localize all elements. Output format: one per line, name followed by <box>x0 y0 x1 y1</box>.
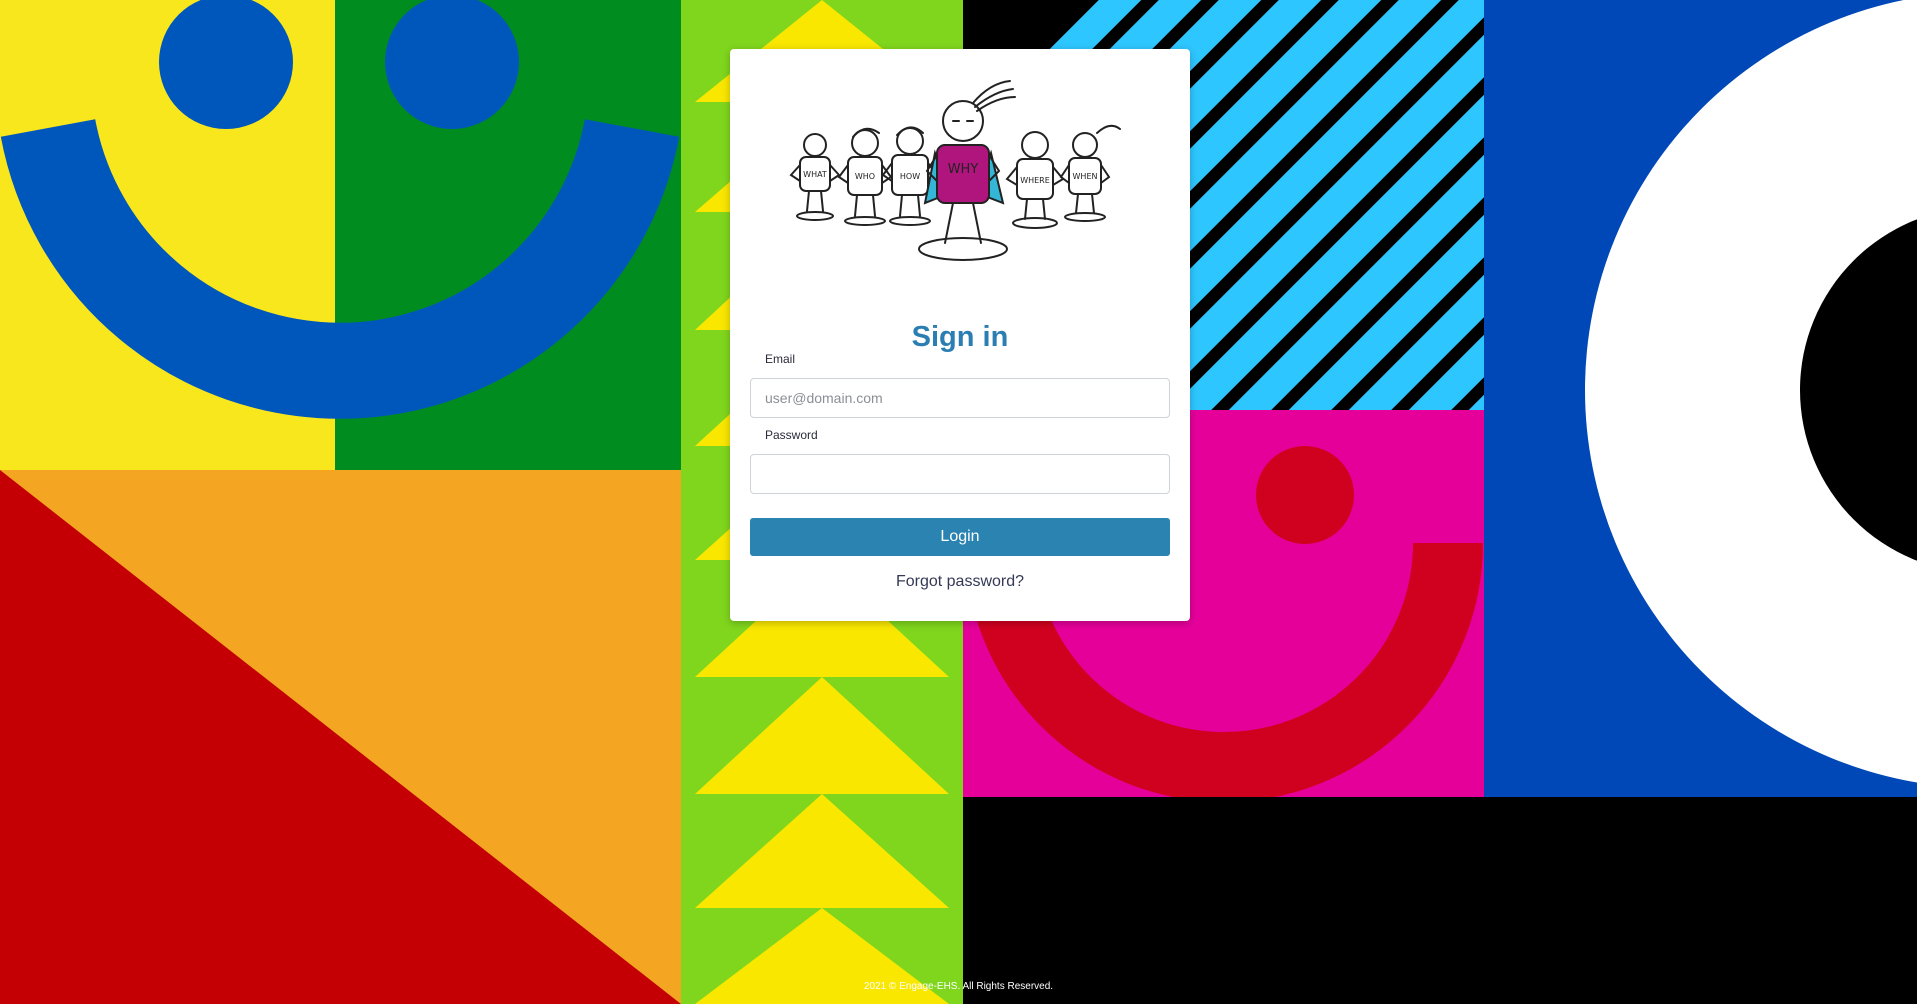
forgot-password-link[interactable]: Forgot password? <box>730 573 1190 591</box>
bg-smiley-eye-left <box>159 0 293 129</box>
login-card: WHAT WHO HOW WHY WHERE WHEN Sign in Emai… <box>730 49 1190 621</box>
bg-magenta-eye <box>1256 446 1354 544</box>
bg-black-block <box>963 797 1917 1004</box>
bg-smiley-eye-right <box>385 0 519 129</box>
figure-label-how: HOW <box>900 172 920 181</box>
login-button[interactable]: Login <box>750 518 1170 556</box>
figure-label-what: WHAT <box>803 170 827 179</box>
figure-label-when: WHEN <box>1073 172 1098 181</box>
page-title: Sign in <box>911 321 1009 353</box>
figure-label-who: WHO <box>855 172 875 181</box>
footer-copyright: 2021 © Engage-EHS. All Rights Reserved. <box>863 981 1054 992</box>
figure-label-where: WHERE <box>1020 176 1050 185</box>
password-label: Password <box>765 428 818 442</box>
password-field[interactable] <box>750 454 1170 494</box>
email-field[interactable] <box>750 378 1170 418</box>
figure-when <box>1059 124 1121 214</box>
figure-label-why: WHY <box>948 162 979 177</box>
team-illustration: WHAT WHO HOW WHY WHERE WHEN <box>789 80 1121 261</box>
email-label: Email <box>765 352 796 366</box>
